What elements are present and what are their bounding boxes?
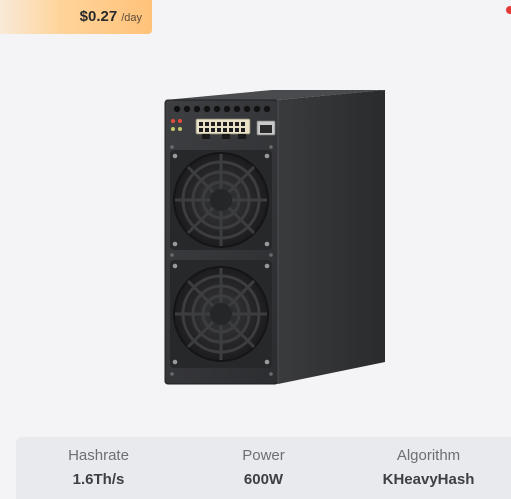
corner-indicator-dot [506,6,511,14]
specs-bar: Hashrate 1.6Th/s Power 600W Algorithm KH… [16,437,511,499]
product-card[interactable]: $0.27 /day Hashrate 1.6Th/s Power 600W A… [0,0,511,499]
spec-algorithm: Algorithm KHeavyHash [346,447,511,489]
spec-value: 600W [243,471,284,488]
spec-power: Power 600W [181,447,346,489]
spec-label: Algorithm [396,447,461,464]
spec-value: KHeavyHash [382,471,475,488]
daily-profit-badge: $0.27 /day [0,0,152,34]
asic-miner-image [164,90,385,385]
spec-value: 1.6Th/s [72,471,125,488]
spec-label: Power [242,447,285,464]
daily-profit-value: $0.27 [79,8,118,25]
spec-hashrate: Hashrate 1.6Th/s [16,447,181,489]
daily-profit-unit: /day [121,12,142,24]
spec-label: Hashrate [68,447,129,464]
